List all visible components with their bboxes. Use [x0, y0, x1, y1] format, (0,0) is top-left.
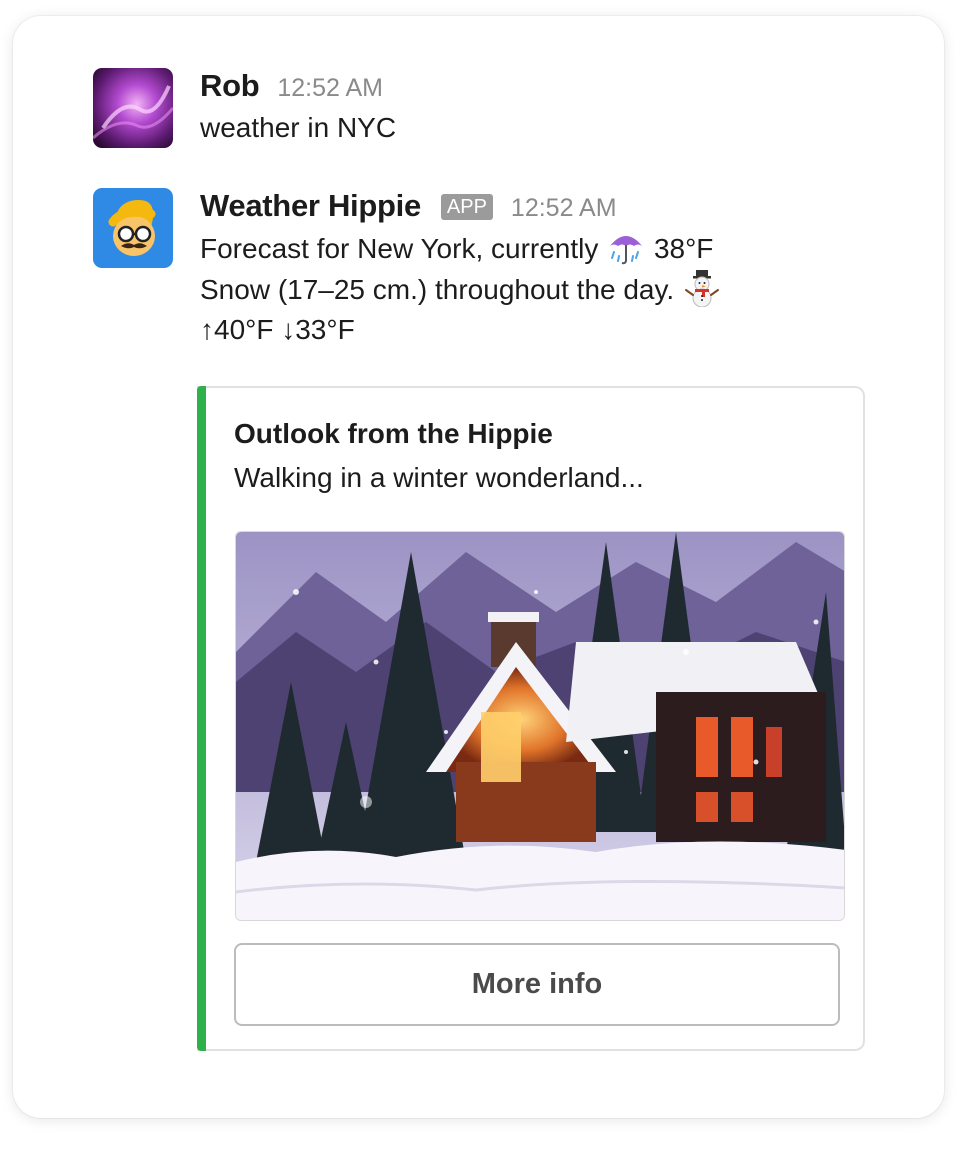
attachment-title: Outlook from the Hippie: [234, 418, 553, 449]
message-text: weather in NYC: [200, 112, 397, 143]
message-timestamp[interactable]: 12:52 AM: [511, 194, 617, 223]
umbrella-with-rain-icon: [606, 228, 646, 266]
app-badge: APP: [440, 194, 493, 220]
aurora-avatar-icon[interactable]: [93, 68, 173, 148]
message-timestamp[interactable]: 12:52 AM: [277, 74, 383, 103]
snowman-icon: [682, 269, 722, 307]
attachment-accent-bar: [197, 386, 206, 1051]
hippie-face-avatar-icon[interactable]: [93, 188, 173, 268]
message-card: Rob 12:52 AM weather in NYC Weather Hipp…: [13, 16, 944, 1118]
sender-name[interactable]: Weather Hippie: [200, 188, 421, 224]
message-text: Forecast for New York, currently 38°F Sn…: [200, 228, 884, 350]
sender-name[interactable]: Rob: [200, 68, 260, 104]
snowy-cabin-photo[interactable]: [235, 531, 845, 921]
attachment-text: Walking in a winter wonderland...: [234, 462, 644, 493]
message-attachment: Outlook from the Hippie Walking in a win…: [197, 386, 865, 1051]
more-info-button[interactable]: More info: [234, 943, 840, 1026]
